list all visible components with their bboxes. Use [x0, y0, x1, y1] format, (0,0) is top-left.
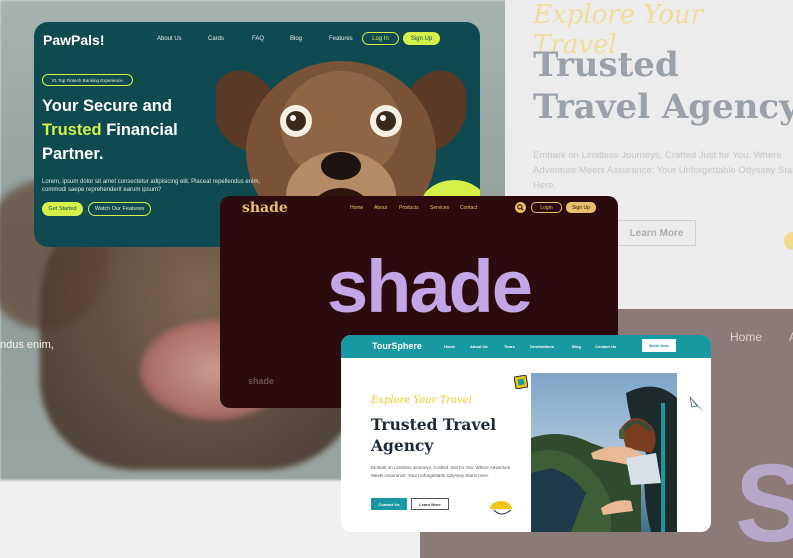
- book-now-button[interactable]: Book Now: [642, 339, 676, 352]
- nav-blog[interactable]: Blog: [290, 36, 302, 42]
- nav-blog[interactable]: Blog: [572, 344, 581, 349]
- tagline-pill: #1 Top Fintech Banking Experience: [42, 74, 133, 86]
- bg-learn-more-button: Learn More: [617, 220, 696, 246]
- bg-shade-text: Sh: [735, 442, 793, 558]
- nav-about-us[interactable]: About Us: [157, 36, 182, 42]
- helicopter-traveler-photo: [531, 373, 677, 532]
- nav-home[interactable]: Home: [350, 205, 363, 211]
- toursphere-logo[interactable]: TourSphere: [372, 341, 422, 351]
- headline-highlight: Trusted: [42, 121, 102, 139]
- pawpals-logo[interactable]: PawPals!: [43, 32, 104, 48]
- nav-home[interactable]: Home: [444, 344, 455, 349]
- cube-icon: [514, 375, 528, 389]
- nav-destinations[interactable]: Destinations: [530, 344, 554, 349]
- shade-footer-logo: shade: [248, 376, 275, 386]
- hero-title: Trusted Travel Agency: [371, 415, 497, 455]
- learn-more-button[interactable]: Learn More: [411, 498, 449, 510]
- hero-headline: Your Secure and Trusted Financial Partner…: [42, 94, 242, 166]
- shade-hero-wordmark: shade: [327, 245, 533, 328]
- script-heading: Explore Your Travel: [371, 395, 472, 406]
- nav-contact[interactable]: Contact: [460, 205, 477, 211]
- get-started-button[interactable]: Get Started: [42, 202, 83, 216]
- nav-products[interactable]: Products: [399, 205, 419, 211]
- nav-cards[interactable]: Cards: [208, 36, 224, 42]
- login-button[interactable]: Log In: [362, 32, 399, 45]
- hero-paragraph: Embark on Limitless Journeys, Crafted Ju…: [371, 465, 511, 478]
- headline-part-1: Your Secure and: [42, 97, 172, 115]
- toursphere-card: TourSphere Home About Us Tours Destinati…: [341, 335, 711, 532]
- hero-paragraph: Lorem, ipsum dolor sit amet consectetur …: [42, 179, 261, 193]
- bg-nav-a: A: [789, 330, 793, 344]
- login-button[interactable]: Login: [531, 202, 562, 213]
- bg-left-text: ndus enim,: [0, 339, 54, 351]
- signup-button[interactable]: Sign Up: [566, 202, 596, 213]
- beach-umbrella-icon: [490, 501, 512, 515]
- signup-button[interactable]: Sign Up: [403, 32, 440, 45]
- nav-about[interactable]: About: [374, 205, 387, 211]
- paper-plane-icon: [689, 396, 704, 412]
- bg-nav-home: Home: [730, 330, 763, 344]
- shade-logo[interactable]: shade: [242, 200, 288, 216]
- nav-contact-us[interactable]: Contact Us: [595, 344, 616, 349]
- nav-features[interactable]: Features: [329, 36, 353, 42]
- bg-paragraph: Embark on Limitless Journeys, Crafted Ju…: [533, 150, 793, 191]
- nav-about-us[interactable]: About Us: [470, 344, 488, 349]
- nav-services[interactable]: Services: [430, 205, 449, 211]
- search-icon[interactable]: [515, 202, 526, 213]
- watch-features-button[interactable]: Watch Our Features: [88, 202, 151, 216]
- bg-title: Trusted Travel Agency: [533, 45, 793, 127]
- contact-us-button[interactable]: Contact Us: [371, 498, 407, 510]
- nav-faq[interactable]: FAQ: [252, 36, 264, 42]
- nav-tours[interactable]: Tours: [504, 344, 515, 349]
